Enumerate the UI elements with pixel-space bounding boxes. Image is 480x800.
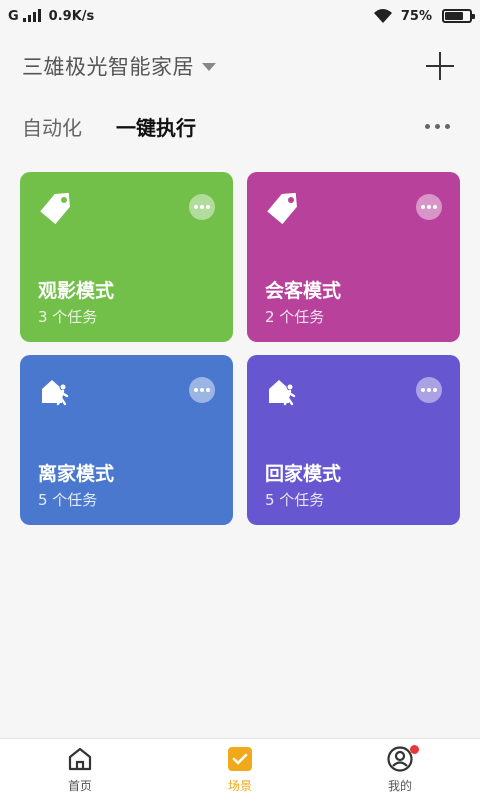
scene-check-icon <box>228 747 252 771</box>
nav-scenes[interactable]: 场景 <box>190 745 290 794</box>
network-speed: 0.9K/s <box>48 8 95 24</box>
more-options-icon[interactable] <box>425 124 450 129</box>
scene-tabs: 自动化 一键执行 <box>0 106 480 146</box>
nav-label: 场景 <box>227 779 252 793</box>
tag-icon <box>267 192 297 225</box>
scene-task-count: 2 个任务 <box>265 308 325 326</box>
nav-label: 我的 <box>387 779 412 793</box>
scene-title: 回家模式 <box>265 463 342 485</box>
tab-automation[interactable]: 自动化 <box>22 112 82 141</box>
add-scene-button[interactable] <box>424 50 456 82</box>
home-icon <box>68 747 92 771</box>
battery-icon <box>442 9 475 23</box>
status-bar: G 0.9K/s 75% <box>0 0 480 32</box>
chevron-down-icon <box>202 63 216 71</box>
bottom-nav: 首页 场景 我的 <box>0 738 480 800</box>
scene-title: 离家模式 <box>38 463 115 485</box>
scene-more-button[interactable] <box>189 194 215 220</box>
scene-more-button[interactable] <box>416 194 442 220</box>
signal-icon <box>22 9 41 22</box>
tag-icon <box>40 192 70 225</box>
network-type: G <box>8 8 19 24</box>
nav-profile[interactable]: 我的 <box>350 745 450 794</box>
scene-title: 会客模式 <box>265 280 342 302</box>
nav-label: 首页 <box>67 779 92 793</box>
battery-percent: 75% <box>400 8 432 24</box>
scene-task-count: 3 个任务 <box>38 308 98 326</box>
scene-card-movie[interactable]: 观影模式 3 个任务 <box>20 172 233 342</box>
leave-home-icon <box>42 380 69 406</box>
scene-card-guest[interactable]: 会客模式 2 个任务 <box>247 172 460 342</box>
scene-card-leave-home[interactable]: 离家模式 5 个任务 <box>20 355 233 525</box>
header: 三雄极光智能家居 <box>0 44 480 88</box>
notification-badge <box>410 745 419 754</box>
nav-home[interactable]: 首页 <box>30 745 130 794</box>
home-selector[interactable]: 三雄极光智能家居 <box>22 51 216 81</box>
tab-one-click[interactable]: 一键执行 <box>116 112 196 141</box>
home-name: 三雄极光智能家居 <box>22 55 194 79</box>
return-home-icon <box>269 380 296 406</box>
scene-task-count: 5 个任务 <box>265 491 325 509</box>
scene-card-return-home[interactable]: 回家模式 5 个任务 <box>247 355 460 525</box>
scene-more-button[interactable] <box>189 377 215 403</box>
scene-more-button[interactable] <box>416 377 442 403</box>
scene-task-count: 5 个任务 <box>38 491 98 509</box>
scene-title: 观影模式 <box>38 280 115 302</box>
wifi-icon <box>373 9 392 23</box>
